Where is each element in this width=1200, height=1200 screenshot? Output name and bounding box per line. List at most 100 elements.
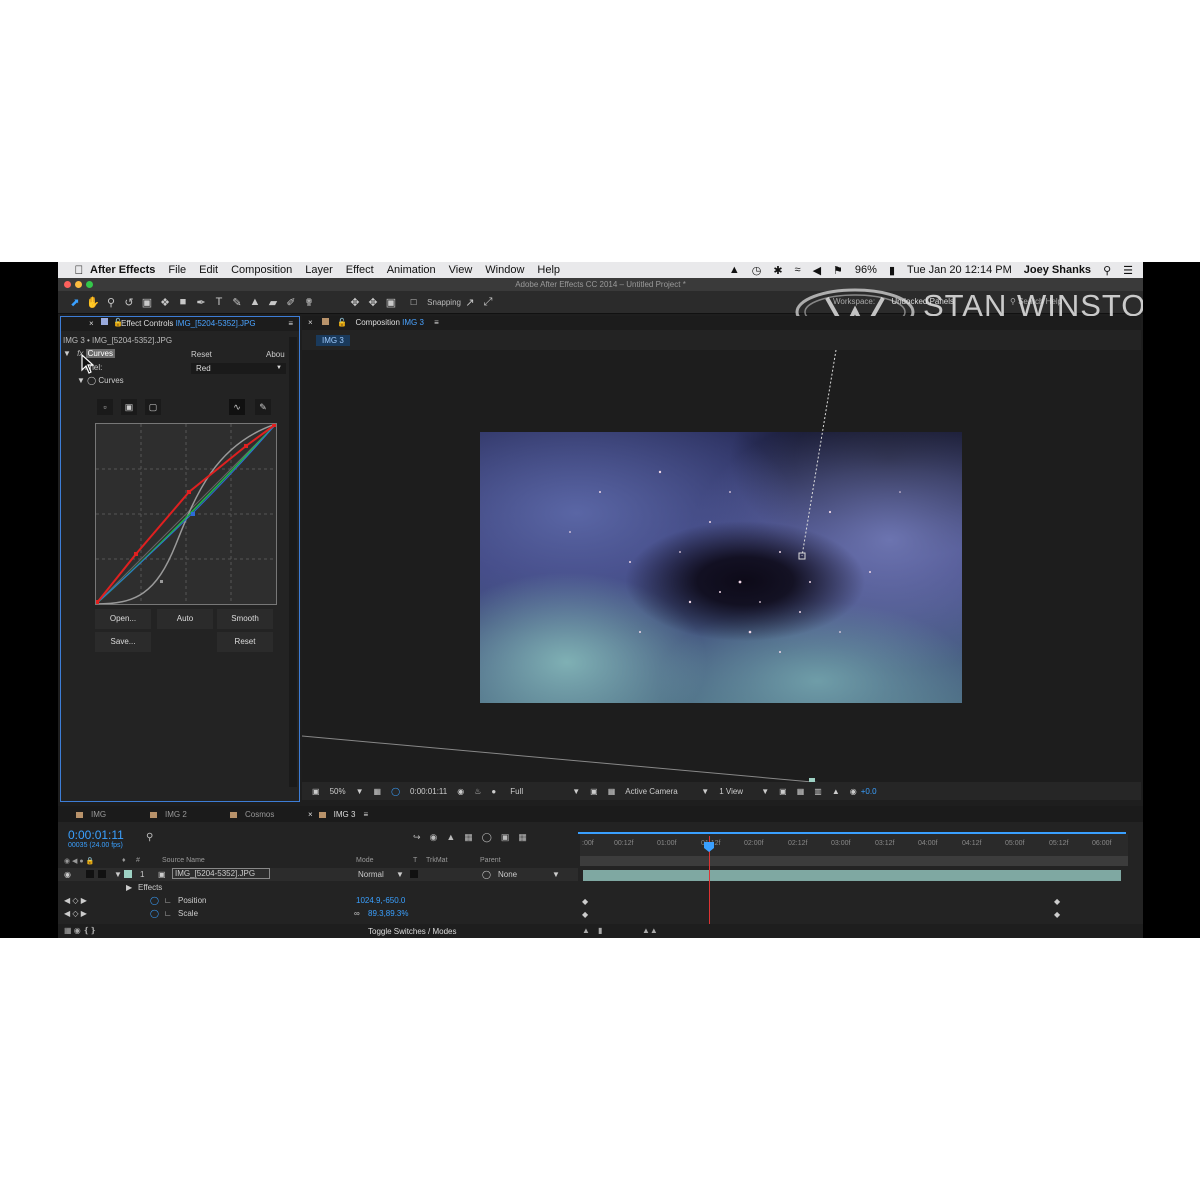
menu-animation[interactable]: Animation bbox=[387, 264, 436, 276]
stopwatch-icon[interactable]: ◯ bbox=[150, 909, 159, 918]
scale-value[interactable]: 89.3,89.3% bbox=[368, 909, 408, 918]
panel-menu-icon[interactable]: ≡ bbox=[363, 810, 368, 819]
type-tool-icon[interactable]: T bbox=[210, 296, 228, 308]
twirl-down-icon[interactable]: ▼ bbox=[77, 376, 85, 385]
layer-switches-icon[interactable]: ▦ ◉ ❴❵ bbox=[64, 926, 96, 935]
menu-app[interactable]: After Effects bbox=[90, 264, 155, 276]
curves-auto-button[interactable]: Auto bbox=[157, 609, 213, 629]
hand-tool-icon[interactable]: ✋ bbox=[84, 296, 102, 309]
brush-tool-icon[interactable]: ✎ bbox=[228, 296, 246, 309]
axis-local-icon[interactable]: ✥ bbox=[346, 296, 364, 309]
close-window-button[interactable] bbox=[64, 281, 71, 288]
transparency-grid-icon[interactable]: ▦ bbox=[608, 787, 616, 796]
layer-row[interactable]: ◉ ▼ 1 ▣ IMG_[5204-5352].JPG Normal ▼ ◯ N… bbox=[58, 868, 578, 881]
wifi-icon[interactable]: ≈ bbox=[795, 264, 801, 276]
composition-viewer[interactable] bbox=[302, 350, 1141, 782]
parent-dropdown[interactable]: None bbox=[498, 870, 517, 879]
source-name-header[interactable]: Source Name bbox=[162, 857, 205, 864]
close-tab-icon[interactable]: × bbox=[308, 318, 313, 327]
keyframe-nav-icon[interactable]: ◀ ◇ ▶ bbox=[64, 909, 87, 918]
menu-layer[interactable]: Layer bbox=[305, 264, 333, 276]
fast-previews-icon[interactable]: ▦ bbox=[797, 787, 805, 796]
curves-smooth-button[interactable]: Smooth bbox=[217, 609, 273, 629]
pixel-aspect-icon[interactable]: ▣ bbox=[779, 787, 787, 796]
zoom-window-button[interactable] bbox=[86, 281, 93, 288]
panel-menu-icon[interactable]: ≡ bbox=[288, 319, 293, 328]
battery-percent[interactable]: 96% bbox=[855, 264, 877, 276]
show-snapshot-icon[interactable]: ♨ bbox=[474, 787, 481, 796]
notification-icon[interactable]: ☰ bbox=[1123, 264, 1133, 277]
curve-size-medium-icon[interactable]: ▣ bbox=[121, 399, 137, 415]
menu-window[interactable]: Window bbox=[485, 264, 524, 276]
dropdown-arrow-icon[interactable]: ▼ bbox=[761, 787, 769, 796]
curves-graph-svg[interactable] bbox=[95, 423, 277, 605]
effect-controls-tab[interactable]: Effect Controls IMG_[5204-5352].JPG bbox=[121, 319, 256, 328]
adobe-icon[interactable]: ▲ bbox=[729, 264, 740, 276]
pen-tool-icon[interactable]: ✒ bbox=[192, 296, 210, 309]
close-tab-icon[interactable]: × bbox=[308, 810, 313, 819]
menu-help[interactable]: Help bbox=[537, 264, 560, 276]
lock-icon[interactable]: 🔓 bbox=[337, 318, 347, 327]
dropdown-arrow-icon[interactable]: ▼ bbox=[356, 787, 364, 796]
twirl-down-icon[interactable]: ▼ bbox=[63, 349, 71, 358]
position-property-row[interactable]: ◀ ◇ ▶ ◯ ∟ Position 1024.9,-650.0 bbox=[58, 894, 578, 907]
pan-behind-tool-icon[interactable]: ❖ bbox=[156, 296, 174, 309]
pencil-curve-tool-icon[interactable]: ✎ bbox=[255, 399, 271, 415]
menu-edit[interactable]: Edit bbox=[199, 264, 218, 276]
flowchart-icon[interactable]: ▲ bbox=[832, 787, 840, 796]
solo-switch[interactable] bbox=[86, 870, 94, 878]
eraser-tool-icon[interactable]: ▰ bbox=[264, 296, 282, 309]
spotlight-icon[interactable]: ⚲ bbox=[1103, 264, 1111, 277]
dropdown-arrow-icon[interactable]: ▼ bbox=[396, 870, 404, 879]
minimize-window-button[interactable] bbox=[75, 281, 82, 288]
visibility-icon[interactable]: ◉ bbox=[64, 870, 71, 879]
workspace-selector[interactable]: Workspace: Undocked Panels bbox=[833, 297, 954, 306]
axis-view-icon[interactable]: ▣ bbox=[382, 296, 400, 309]
position-keyframe-start[interactable]: ◆ bbox=[582, 897, 588, 906]
menu-composition[interactable]: Composition bbox=[231, 264, 292, 276]
current-time-display[interactable]: 0:00:01:11 bbox=[410, 787, 447, 796]
curve-size-large-icon[interactable]: ▢ bbox=[145, 399, 161, 415]
constrain-link-icon[interactable]: ∞ bbox=[354, 909, 360, 918]
menu-file[interactable]: File bbox=[168, 264, 186, 276]
axis-world-icon[interactable]: ✥ bbox=[364, 296, 382, 309]
timeline-tab-img2[interactable]: IMG 2 bbox=[150, 810, 187, 819]
graph-icon[interactable]: ∟ bbox=[164, 896, 172, 905]
work-area-row[interactable] bbox=[580, 856, 1128, 866]
timeline-icon[interactable]: ▥ bbox=[814, 787, 822, 796]
workspace-value[interactable]: Undocked Panels bbox=[891, 297, 954, 306]
toggle-switches-modes-button[interactable]: Toggle Switches / Modes bbox=[368, 927, 457, 936]
timeline-tab-cosmos[interactable]: Cosmos bbox=[230, 810, 274, 819]
region-of-interest-icon[interactable]: ▣ bbox=[590, 787, 598, 796]
resolution-dropdown[interactable]: Full bbox=[510, 787, 562, 796]
mask-toggle-icon[interactable]: ◯ bbox=[391, 787, 400, 796]
close-tab-icon[interactable]: × bbox=[89, 319, 94, 328]
zoom-in-icon[interactable]: ▲▲ bbox=[642, 926, 658, 935]
curves-save-button[interactable]: Save... bbox=[95, 632, 151, 652]
apple-icon[interactable]:  bbox=[68, 263, 90, 277]
camera-view-dropdown[interactable]: Active Camera bbox=[625, 787, 691, 796]
dropdown-arrow-icon[interactable]: ▼ bbox=[552, 870, 560, 879]
dropdown-arrow-icon[interactable]: ▼ bbox=[572, 787, 580, 796]
always-preview-icon[interactable]: ▣ bbox=[312, 787, 320, 796]
scale-keyframe-start[interactable]: ◆ bbox=[582, 910, 588, 919]
menu-effect[interactable]: Effect bbox=[346, 264, 374, 276]
zoom-dropdown[interactable]: 50% bbox=[330, 787, 346, 796]
search-help-field[interactable]: ⚲ Search Help bbox=[1010, 297, 1062, 306]
rectangle-tool-icon[interactable]: ■ bbox=[174, 296, 192, 308]
mode-header[interactable]: Mode bbox=[356, 857, 374, 864]
dropdown-arrow-icon[interactable]: ▼ bbox=[701, 787, 709, 796]
curves-reset-button[interactable]: Reset bbox=[217, 632, 273, 652]
view-layout-dropdown[interactable]: 1 View bbox=[719, 787, 751, 796]
rotate-tool-icon[interactable]: ↺ bbox=[120, 296, 138, 309]
timemachine-icon[interactable]: ◷ bbox=[752, 264, 762, 277]
panel-menu-icon[interactable]: ≡ bbox=[434, 318, 439, 327]
graph-icon[interactable]: ∟ bbox=[164, 909, 172, 918]
position-keyframe-end[interactable]: ◆ bbox=[1054, 897, 1060, 906]
twirl-down-icon[interactable]: ▼ bbox=[114, 870, 122, 879]
zoom-tool-icon[interactable]: ⚲ bbox=[102, 296, 120, 309]
user-name[interactable]: Joey Shanks bbox=[1024, 264, 1091, 276]
bluetooth-icon[interactable]: ✱ bbox=[773, 264, 782, 277]
parent-header[interactable]: Parent bbox=[480, 857, 501, 864]
curve-size-small-icon[interactable]: ▫ bbox=[97, 399, 113, 415]
